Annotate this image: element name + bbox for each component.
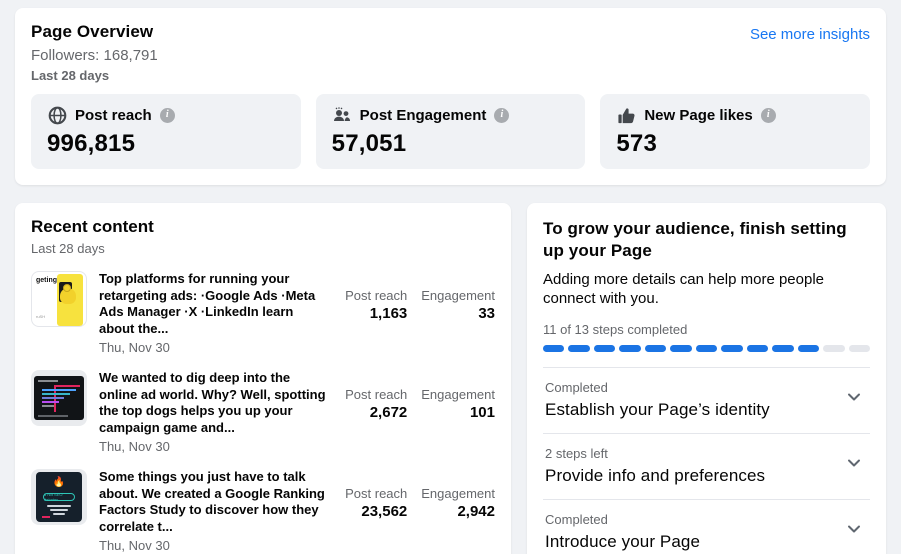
accordion-item-introduce-page[interactable]: Completed Introduce your Page [543, 498, 870, 554]
post-row[interactable]: We wanted to dig deep into the online ad… [31, 370, 495, 454]
thumbnail-brand-text: geting [36, 277, 57, 284]
progress-segment [772, 344, 794, 352]
progress-segment [593, 344, 616, 352]
see-more-insights-link[interactable]: See more insights [750, 26, 870, 43]
accordion-title: Provide info and preferences [545, 465, 766, 485]
progress-segment [695, 344, 718, 352]
flame-icon: 🔥 [52, 477, 66, 488]
post-row[interactable]: geting ruSH Top platforms for running yo… [31, 271, 495, 355]
post-title: Top platforms for running your retargeti… [99, 271, 316, 336]
metric-value: 573 [616, 130, 657, 157]
grow-subtitle: Adding more details can help more people… [543, 270, 825, 308]
accordion-status: Completed [545, 511, 608, 527]
progress-segment [543, 344, 565, 352]
accordion-title: Establish your Page’s identity [545, 399, 770, 419]
overview-header-text: Page Overview Followers: 168,791 Last 28… [31, 22, 158, 83]
recent-content-card: Recent content Last 28 days geting ruSH … [15, 203, 511, 554]
globe-icon [47, 105, 67, 125]
progress-segment [848, 344, 871, 352]
progress-bar [543, 344, 871, 352]
accordion-item-info-preferences[interactable]: 2 steps left Provide info and preference… [543, 432, 870, 499]
info-icon[interactable]: i [159, 107, 175, 123]
engagement-label: Engagement [421, 486, 495, 501]
post-title: We wanted to dig deep into the online ad… [99, 370, 326, 435]
page-overview-card: Page Overview Followers: 168,791 Last 28… [15, 8, 886, 185]
accordion-item-page-identity[interactable]: Completed Establish your Page’s identity [543, 366, 870, 433]
info-icon[interactable]: i [760, 107, 776, 123]
post-reach-label: Post reach [345, 387, 408, 402]
progress-segment [746, 344, 769, 352]
post-text-block: Some things you just have to talk about.… [99, 469, 331, 553]
post-reach-value: 2,672 [369, 404, 408, 421]
accordion-title: Introduce your Page [545, 531, 700, 551]
accordion-status: 2 steps left [545, 445, 608, 461]
info-icon[interactable]: i [494, 107, 510, 123]
metric-value: 57,051 [331, 130, 407, 157]
bottom-row: Recent content Last 28 days geting ruSH … [15, 203, 886, 554]
thumb-up-icon [616, 105, 636, 125]
engagement-label: Engagement [421, 387, 495, 402]
progress-segment [619, 344, 641, 352]
progress-segment [644, 344, 667, 352]
post-thumbnail[interactable] [31, 370, 87, 426]
chevron-down-icon[interactable] [846, 455, 862, 476]
metric-card-post-reach[interactable]: Post reach i 996,815 [31, 94, 301, 169]
thumbnail-flame-art: 🔥 5 hot SEO debates [36, 472, 82, 522]
metric-value: 996,815 [47, 130, 136, 157]
progress-segment [670, 344, 692, 352]
metric-label: New Page likes [644, 106, 753, 124]
post-date: Thu, Nov 30 [99, 340, 170, 355]
post-date: Thu, Nov 30 [99, 439, 170, 454]
post-thumbnail[interactable]: 🔥 5 hot SEO debates [31, 469, 87, 525]
accordion-status: Completed [545, 379, 608, 395]
recent-content-period: Last 28 days [31, 241, 105, 256]
grow-title: To grow your audience, finish setting up… [543, 219, 847, 261]
post-metrics: Post reach 1,163 Engagement 33 [345, 271, 495, 355]
engagement-value: 33 [478, 305, 495, 322]
engagement-label: Engagement [421, 288, 495, 303]
steps-completed-text: 11 of 13 steps completed [543, 321, 688, 337]
metric-cards-row: Post reach i 996,815 Post Engagement i 5… [31, 94, 871, 169]
chevron-down-icon[interactable] [846, 521, 862, 542]
recent-content-title: Recent content [31, 217, 154, 236]
post-reach-label: Post reach [345, 288, 408, 303]
progress-segment [568, 344, 590, 352]
followers-count: Followers: 168,791 [31, 47, 158, 64]
metric-card-post-engagement[interactable]: Post Engagement i 57,051 [315, 94, 586, 169]
setup-accordion: Completed Establish your Page’s identity… [543, 366, 870, 554]
date-range-label: Last 28 days [31, 68, 110, 83]
post-reach-label: Post reach [345, 486, 408, 501]
post-text-block: We wanted to dig deep into the online ad… [99, 370, 331, 454]
people-icon [332, 105, 352, 125]
metric-label: Post reach [75, 106, 152, 124]
engagement-value: 101 [469, 404, 495, 421]
engagement-value: 2,942 [457, 503, 495, 520]
progress-segment [823, 344, 845, 352]
page-title: Page Overview [31, 22, 154, 41]
post-text-block: Top platforms for running your retargeti… [99, 271, 331, 355]
post-row[interactable]: 🔥 5 hot SEO debates Some things you just… [31, 469, 495, 553]
thumbnail-chart-art [34, 376, 84, 420]
progress-segment [797, 344, 820, 352]
grow-audience-card: To grow your audience, finish setting up… [527, 203, 886, 554]
metric-card-new-page-likes[interactable]: New Page likes i 573 [600, 94, 871, 169]
progress-segment [721, 344, 743, 352]
post-reach-value: 23,562 [361, 503, 408, 520]
chevron-down-icon[interactable] [846, 389, 862, 410]
post-reach-value: 1,163 [369, 305, 408, 322]
post-date: Thu, Nov 30 [99, 538, 170, 553]
metric-label: Post Engagement [359, 106, 487, 124]
post-title: Some things you just have to talk about.… [99, 469, 325, 534]
post-thumbnail[interactable]: geting ruSH [31, 271, 87, 327]
post-metrics: Post reach 2,672 Engagement 101 [345, 370, 495, 454]
overview-header: Page Overview Followers: 168,791 Last 28… [31, 22, 870, 83]
post-metrics: Post reach 23,562 Engagement 2,942 [345, 469, 495, 553]
